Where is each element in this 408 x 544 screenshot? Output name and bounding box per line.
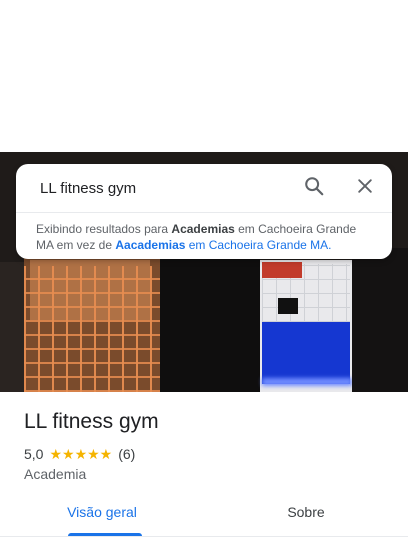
search-input[interactable] (40, 178, 290, 198)
tab-about[interactable]: Sobre (204, 500, 408, 536)
photo-monitor (278, 298, 298, 314)
search-bar (16, 164, 392, 212)
rating-value: 5,0 (24, 446, 44, 462)
close-icon (355, 176, 375, 201)
clear-search-button[interactable] (353, 176, 377, 200)
search-card: Exibindo resultados para Academias em Ca… (16, 164, 392, 259)
search-divider (16, 212, 392, 213)
place-category[interactable]: Academia (24, 466, 86, 482)
rating-stars: ★★★★★ (49, 445, 113, 462)
rating-row[interactable]: 5,0 ★★★★★ (6) (24, 445, 135, 463)
map-blank-area (0, 0, 408, 152)
original-term[interactable]: Aacademias (115, 238, 185, 252)
tab-overview[interactable]: Visão geral (0, 500, 204, 536)
photo-right-wall (352, 248, 408, 392)
corrected-term: Academias (171, 222, 235, 236)
photo-red-sign (262, 262, 302, 278)
suggestion-prefix: Exibindo resultados para (36, 222, 172, 236)
spelling-suggestion: Exibindo resultados para Academias em Ca… (36, 221, 376, 253)
search-button[interactable] (302, 176, 326, 200)
search-instead-link[interactable]: Aacademias em Cachoeira Grande MA. (115, 238, 331, 252)
photo-metal-gate (24, 266, 160, 392)
tabs-divider (0, 536, 408, 537)
photo-counter-glow (262, 378, 352, 386)
place-info-panel: LL fitness gym 5,0 ★★★★★ (6) Academia Vi… (0, 392, 408, 544)
original-suffix[interactable]: em Cachoeira Grande MA. (185, 238, 332, 252)
search-icon (303, 175, 325, 202)
place-name: LL fitness gym (24, 410, 159, 433)
photo-blue-counter (262, 322, 350, 384)
review-count[interactable]: (6) (118, 446, 135, 462)
place-tabs: Visão geral Sobre (0, 500, 408, 536)
photo-center-wall (160, 248, 260, 392)
